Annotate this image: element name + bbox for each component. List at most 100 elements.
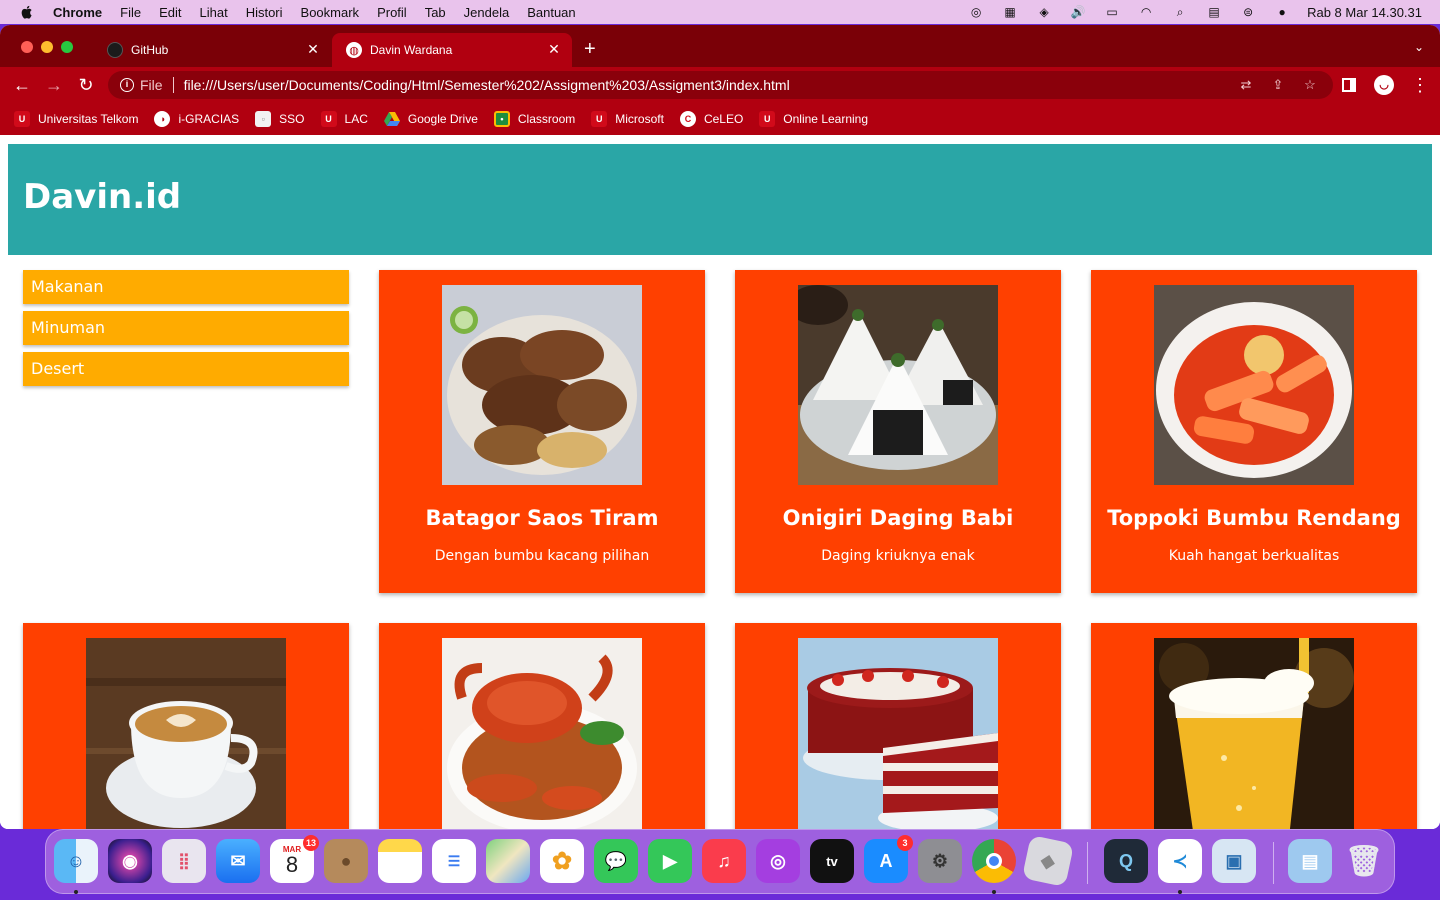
back-button[interactable]: ← (12, 75, 32, 95)
site-title: Davin.id (23, 177, 182, 217)
mail-icon[interactable]: ✉ (216, 839, 260, 883)
side-panel-icon[interactable] (1342, 78, 1356, 92)
music-icon[interactable]: ♫ (702, 839, 746, 883)
bookmark-celeo[interactable]: C CeLEO (679, 111, 743, 127)
address-bar[interactable]: i File file:///Users/user/Documents/Codi… (108, 71, 1333, 99)
tab-davin-wardana[interactable]: ◍ Davin Wardana ✕ (332, 33, 572, 67)
globe-icon: ◍ (346, 42, 362, 58)
quicktime-icon[interactable]: Q (1104, 839, 1148, 883)
wifi-icon[interactable]: ◠ (1137, 5, 1155, 19)
bookmark-universitas-telkom[interactable]: U Universitas Telkom (14, 111, 138, 127)
translate-icon[interactable]: ⇄ (1237, 76, 1255, 94)
forward-button[interactable]: → (44, 75, 64, 95)
notes-icon[interactable] (378, 839, 422, 883)
downloads-folder-icon[interactable]: ▤ (1288, 839, 1332, 883)
bookmark-label: Microsoft (615, 112, 664, 126)
menu-desert[interactable]: Desert (23, 352, 349, 386)
siri-icon[interactable]: ● (1273, 5, 1291, 19)
tab-search-chevron-icon[interactable]: ⌄ (1414, 40, 1424, 54)
food-card[interactable] (379, 623, 705, 829)
podcasts-icon[interactable]: ◎ (756, 839, 800, 883)
menu-clock[interactable]: Rab 8 Mar 14.30.31 (1307, 5, 1422, 20)
menu-app-name[interactable]: Chrome (53, 5, 102, 20)
maps-icon[interactable] (486, 839, 530, 883)
bookmark-online-learning[interactable]: U Online Learning (759, 111, 868, 127)
menu-bookmarks[interactable]: Bookmark (301, 5, 360, 20)
siri-icon[interactable]: ◉ (108, 839, 152, 883)
contacts-icon[interactable]: ● (324, 839, 368, 883)
dock-separator (1087, 842, 1088, 884)
app-store-icon[interactable]: A3 (864, 835, 913, 883)
volume-icon[interactable]: 🔊 (1069, 5, 1087, 19)
apple-tv-icon[interactable]: tv (810, 839, 854, 883)
share-icon[interactable]: ⇪ (1269, 76, 1287, 94)
bookmark-microsoft[interactable]: U Microsoft (591, 111, 664, 127)
photos-icon[interactable]: ✿ (540, 839, 584, 883)
control-center-icon[interactable]: ⊜ (1239, 5, 1257, 19)
menu-view[interactable]: Lihat (199, 5, 227, 20)
menu-edit[interactable]: Edit (159, 5, 181, 20)
memory-status-icon[interactable]: ▦ (1001, 5, 1019, 19)
messages-icon[interactable]: 💬 (594, 839, 638, 883)
bookmark-star-icon[interactable]: ☆ (1301, 76, 1319, 94)
close-tab-icon[interactable]: ✕ (305, 41, 321, 58)
reload-button[interactable]: ↻ (76, 75, 96, 95)
menu-makanan[interactable]: Makanan (23, 270, 349, 304)
spotlight-search-icon[interactable]: ⌕ (1171, 5, 1189, 19)
apple-icon[interactable] (19, 4, 35, 20)
menu-window[interactable]: Jendela (464, 5, 510, 20)
zoom-window-button[interactable] (61, 41, 73, 53)
more-menu-icon[interactable]: ⋮ (1410, 75, 1430, 96)
site-info-icon[interactable]: i (120, 78, 134, 92)
menu-file[interactable]: File (120, 5, 141, 20)
chrome-window: GitHub ✕ ◍ Davin Wardana ✕ + ⌄ ← → ↻ i F… (0, 25, 1440, 829)
bookmark-google-drive[interactable]: Google Drive (383, 111, 478, 127)
facetime-icon[interactable]: ▶ (648, 839, 692, 883)
food-card[interactable]: Batagor Saos Tiram Dengan bumbu kacang p… (379, 270, 705, 593)
system-preferences-icon[interactable]: ⚙ (918, 839, 962, 883)
close-window-button[interactable] (21, 41, 33, 53)
focus-status-icon[interactable]: ◎ (967, 5, 985, 19)
reminders-icon[interactable]: ☰ (432, 839, 476, 883)
bookmark-igracias[interactable]: ◑ i-GRACIAS (154, 111, 239, 127)
card-title: Toppoki Bumbu Rendang (1107, 506, 1401, 530)
roblox-icon[interactable]: ◆ (1021, 834, 1075, 888)
keyboard-icon[interactable]: ▤ (1205, 5, 1223, 19)
menu-profiles[interactable]: Profil (377, 5, 407, 20)
menu-help[interactable]: Bantuan (527, 5, 575, 20)
browser-toolbar: ← → ↻ i File file:///Users/user/Document… (0, 67, 1440, 103)
sso-page-icon: ▫ (255, 111, 272, 127)
minimize-window-button[interactable] (41, 41, 53, 53)
trash-icon[interactable]: 🗑 (1342, 839, 1386, 883)
bookmark-lac[interactable]: U LAC (320, 111, 368, 127)
launchpad-icon[interactable]: ⣿ (162, 839, 206, 883)
food-card[interactable]: Toppoki Bumbu Rendang Kuah hangat berkua… (1091, 270, 1417, 593)
address-url[interactable]: file:///Users/user/Documents/Coding/Html… (184, 77, 1237, 93)
menu-history[interactable]: Histori (246, 5, 283, 20)
food-card[interactable] (735, 623, 1061, 829)
preview-icon[interactable]: ▣ (1212, 839, 1256, 883)
tab-github[interactable]: GitHub ✕ (93, 33, 331, 67)
running-indicator (1178, 890, 1182, 894)
card-title: Onigiri Daging Babi (782, 506, 1014, 530)
food-card[interactable]: Onigiri Daging Babi Daging kriuknya enak (735, 270, 1061, 593)
battery-icon[interactable]: ▭ (1103, 5, 1121, 19)
telkom-logo-icon: U (320, 111, 337, 127)
bookmark-sso[interactable]: ▫ SSO (255, 111, 305, 127)
menu-minuman[interactable]: Minuman (23, 311, 349, 345)
site-header: Davin.id (8, 144, 1432, 255)
profile-avatar[interactable]: ◡ (1374, 75, 1394, 95)
card-description: Daging kriuknya enak (821, 548, 975, 564)
onigiri-photo (798, 285, 998, 485)
finder-icon[interactable]: ☺ (54, 839, 98, 883)
food-card[interactable] (23, 623, 349, 829)
new-tab-button[interactable]: + (584, 39, 596, 59)
bookmark-classroom[interactable]: • Classroom (493, 111, 575, 127)
menu-tab[interactable]: Tab (425, 5, 446, 20)
food-card[interactable] (1091, 623, 1417, 829)
vscode-icon[interactable]: ≺ (1158, 839, 1202, 883)
calendar-icon[interactable]: MAR 8 13 (270, 835, 319, 883)
layers-icon[interactable]: ◈ (1035, 5, 1053, 19)
chrome-icon[interactable] (972, 839, 1016, 883)
close-tab-icon[interactable]: ✕ (546, 41, 562, 58)
